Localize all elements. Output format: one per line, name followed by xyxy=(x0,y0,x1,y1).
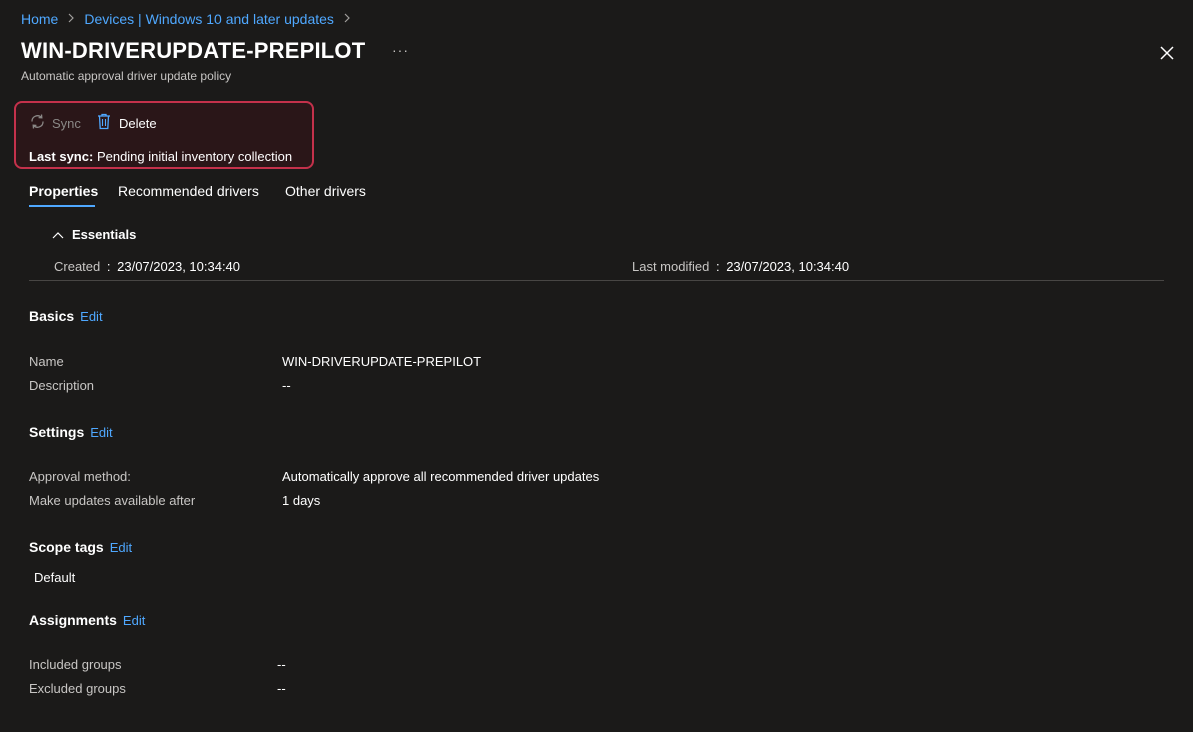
created-field: Created : 23/07/2023, 10:34:40 xyxy=(54,259,240,274)
available-after-label: Make updates available after xyxy=(29,493,196,508)
settings-section-header: Settings Edit xyxy=(29,424,113,440)
excluded-groups-label: Excluded groups xyxy=(29,681,126,696)
assignments-title: Assignments xyxy=(29,612,117,628)
page-title: WIN-DRIVERUPDATE-PREPILOT xyxy=(21,38,366,63)
essentials-title: Essentials xyxy=(72,227,137,242)
approval-method-value: Automatically approve all recommended dr… xyxy=(282,469,600,484)
created-label: Created xyxy=(54,259,101,274)
more-options-icon[interactable]: ··· xyxy=(392,42,409,58)
scope-tag-default: Default xyxy=(34,570,76,585)
scope-tags-edit-link[interactable]: Edit xyxy=(110,540,132,555)
chevron-right-icon xyxy=(342,12,352,26)
breadcrumb-devices-link[interactable]: Devices | Windows 10 and later updates xyxy=(84,11,334,27)
settings-edit-link[interactable]: Edit xyxy=(90,425,112,440)
description-label: Description xyxy=(29,378,95,393)
last-sync-value: Pending initial inventory collection xyxy=(96,149,293,164)
description-value: -- xyxy=(282,378,291,393)
active-tab-indicator xyxy=(29,205,95,207)
scope-tags-section-header: Scope tags Edit xyxy=(29,539,132,555)
chevron-up-icon xyxy=(52,227,64,242)
available-after-value: 1 days xyxy=(282,493,321,508)
approval-method-label: Approval method: xyxy=(29,469,131,484)
basics-title: Basics xyxy=(29,308,75,324)
tab-recommended-drivers[interactable]: Recommended drivers xyxy=(118,183,259,199)
assignments-edit-link[interactable]: Edit xyxy=(123,613,145,628)
last-modified-field: Last modified : 23/07/2023, 10:34:40 xyxy=(632,259,849,274)
separator: : xyxy=(715,259,720,274)
basics-edit-link[interactable]: Edit xyxy=(80,309,102,324)
breadcrumb: Home Devices | Windows 10 and later upda… xyxy=(21,11,352,27)
breadcrumb-home-link[interactable]: Home xyxy=(21,11,58,27)
page-subtitle: Automatic approval driver update policy xyxy=(21,69,232,83)
tab-properties[interactable]: Properties xyxy=(29,183,98,199)
delete-button[interactable]: Delete xyxy=(97,113,157,133)
chevron-right-icon xyxy=(66,12,76,26)
last-modified-label: Last modified xyxy=(632,259,710,274)
assignments-section-header: Assignments Edit xyxy=(29,612,145,628)
tab-other-drivers[interactable]: Other drivers xyxy=(285,183,366,199)
trash-icon xyxy=(97,113,111,133)
sync-label: Sync xyxy=(52,115,81,131)
basics-section-header: Basics Edit xyxy=(29,308,103,324)
last-modified-value: 23/07/2023, 10:34:40 xyxy=(726,259,850,274)
excluded-groups-value: -- xyxy=(277,681,286,696)
sync-icon xyxy=(29,113,46,133)
included-groups-value: -- xyxy=(277,657,286,672)
created-value: 23/07/2023, 10:34:40 xyxy=(117,259,241,274)
delete-label: Delete xyxy=(119,115,157,131)
sync-button[interactable]: Sync xyxy=(29,113,81,133)
close-icon[interactable] xyxy=(1158,44,1176,62)
scope-tags-title: Scope tags xyxy=(29,539,104,555)
settings-title: Settings xyxy=(29,424,85,440)
essentials-divider xyxy=(29,280,1164,281)
included-groups-label: Included groups xyxy=(29,657,122,672)
name-label: Name xyxy=(29,354,64,369)
last-sync-label: Last sync: xyxy=(29,149,94,164)
essentials-toggle[interactable]: Essentials xyxy=(52,227,136,242)
separator: : xyxy=(106,259,111,274)
name-value: WIN-DRIVERUPDATE-PREPILOT xyxy=(282,354,482,369)
last-sync-status: Last sync: Pending initial inventory col… xyxy=(29,149,292,164)
